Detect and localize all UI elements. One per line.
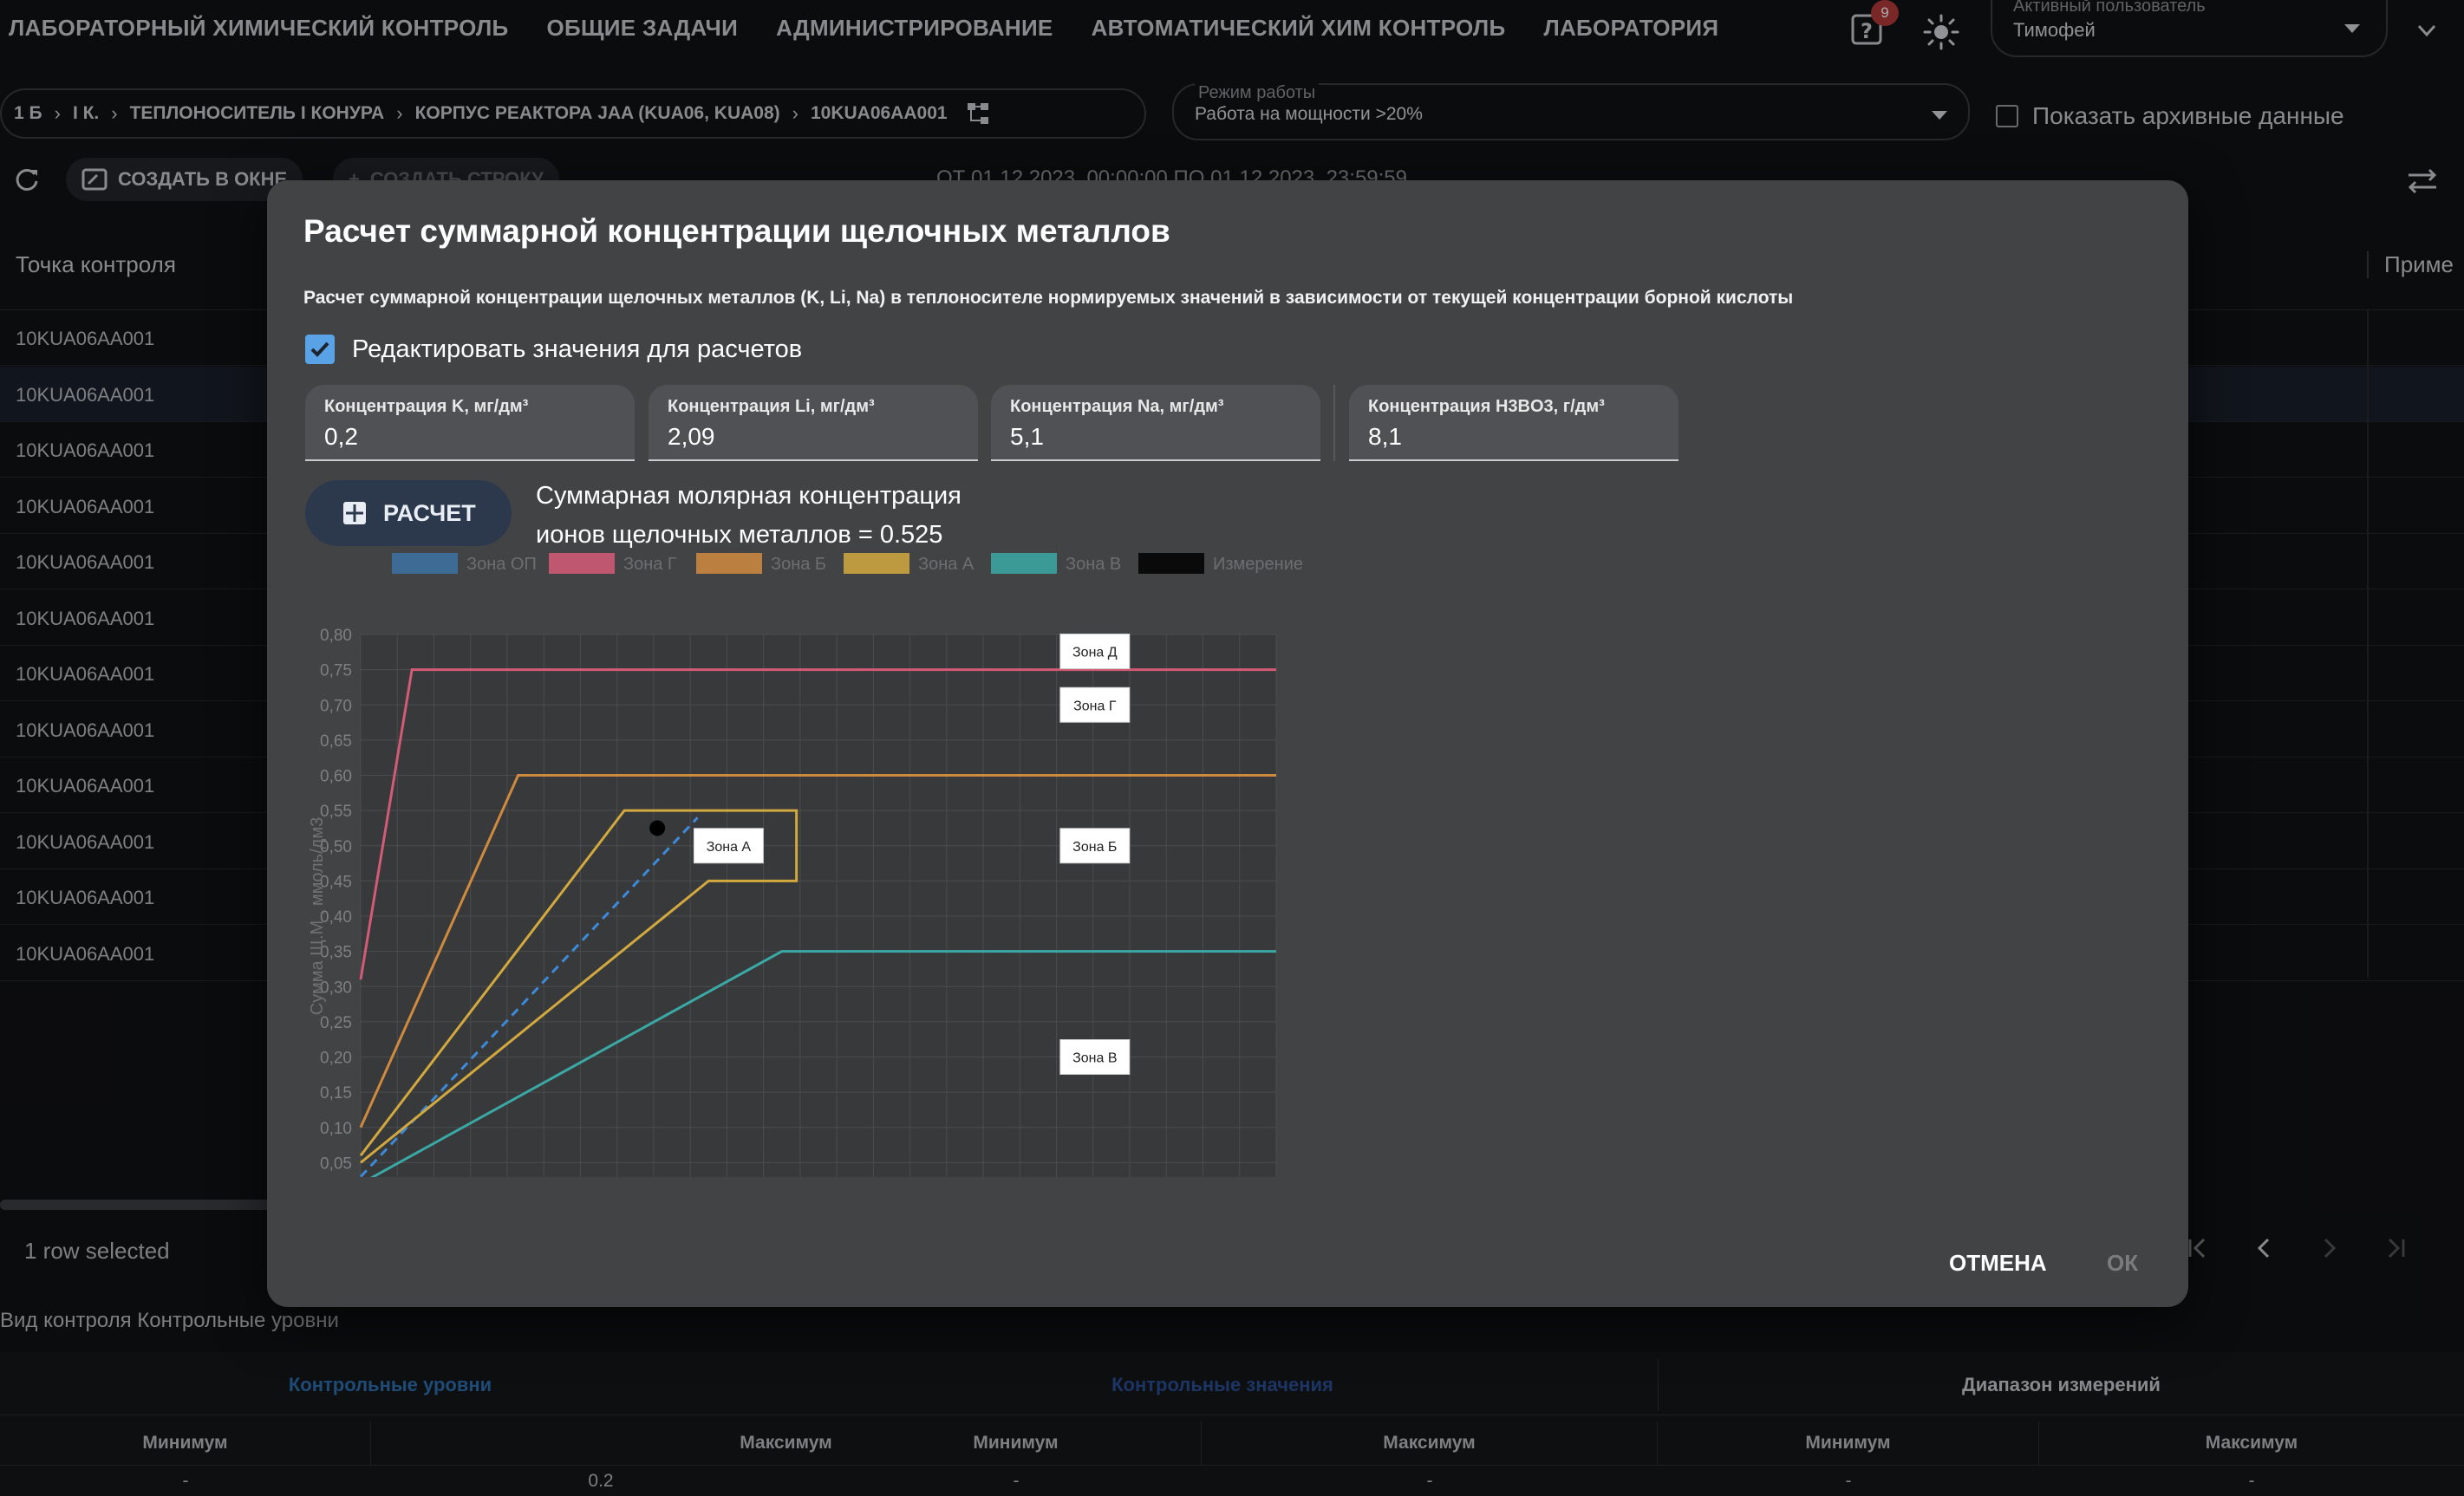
na-concentration-label: Концентрация Na, мг/дм³: [1010, 397, 1224, 416]
k-concentration-label: Концентрация K, мг/дм³: [324, 397, 529, 416]
k-concentration-value[interactable]: 0,2: [324, 423, 358, 451]
calculator-icon: [343, 502, 366, 524]
legend-swatch: [991, 553, 1057, 574]
h3bo3-concentration-value[interactable]: 8,1: [1368, 423, 1402, 451]
legend-swatch: [1138, 553, 1204, 574]
legend-label: Зона В: [1066, 555, 1121, 574]
zone-label: Зона А: [707, 840, 752, 855]
zone-label: Зона Б: [1072, 840, 1117, 855]
legend-label: Измерение: [1213, 555, 1303, 574]
zone-label: Зона Г: [1073, 699, 1117, 713]
y-axis-label: Сумма Щ.М., ммоль/дм3: [308, 817, 327, 1015]
check-icon: [310, 341, 329, 357]
na-concentration-value[interactable]: 5,1: [1010, 423, 1044, 451]
dialog-title: Расчет суммарной концентрации щелочных м…: [303, 213, 1170, 249]
cancel-button[interactable]: ОТМЕНА: [1949, 1250, 2047, 1277]
y-tick-label: 0,10: [320, 1120, 352, 1138]
h3bo3-concentration-field[interactable]: Концентрация H3BO3, г/дм³ 8,1: [1349, 385, 1679, 461]
dialog-description: Расчет суммарной концентрации щелочных м…: [303, 288, 1794, 308]
legend-label: Зона А: [918, 555, 975, 574]
calculation-result: Суммарная молярная концентрация ионов ще…: [536, 477, 961, 555]
measurement-point: [649, 820, 666, 836]
y-tick-label: 0,20: [320, 1050, 352, 1068]
plot-area: [361, 634, 1276, 1177]
h3bo3-concentration-label: Концентрация H3BO3, г/дм³: [1368, 397, 1605, 416]
y-tick-label: 0,15: [320, 1084, 352, 1102]
result-line-2: ионов щелочных металлов = 0.525: [536, 521, 943, 549]
li-concentration-field[interactable]: Концентрация Li, мг/дм³ 2,09: [649, 385, 978, 461]
y-tick-label: 0,75: [320, 662, 352, 680]
ok-button[interactable]: ОК: [2107, 1250, 2138, 1277]
field-divider: [1333, 385, 1335, 461]
alkali-zone-chart: 0123456789101112131415161718192021222324…: [308, 553, 1303, 1177]
edit-values-toggle[interactable]: Редактировать значения для расчетов: [305, 335, 802, 364]
legend-label: Зона Г: [623, 555, 677, 574]
legend-label: Зона ОП: [466, 555, 537, 574]
edit-values-checkbox[interactable]: [305, 335, 335, 364]
legend-swatch: [549, 553, 615, 574]
zone-label: Зона В: [1072, 1051, 1117, 1066]
legend-swatch: [844, 553, 909, 574]
y-tick-label: 0,60: [320, 768, 352, 786]
k-concentration-field[interactable]: Концентрация K, мг/дм³ 0,2: [305, 385, 635, 461]
legend-label: Зона Б: [771, 555, 826, 574]
y-tick-label: 0,05: [320, 1155, 352, 1173]
calculate-label: РАСЧЕТ: [383, 499, 476, 526]
result-line-1: Суммарная молярная концентрация: [536, 482, 961, 510]
na-concentration-field[interactable]: Концентрация Na, мг/дм³ 5,1: [991, 385, 1320, 461]
legend-swatch: [392, 553, 458, 574]
calculate-button[interactable]: РАСЧЕТ: [305, 480, 512, 546]
y-tick-label: 0,70: [320, 697, 352, 715]
zone-label: Зона Д: [1072, 646, 1118, 660]
y-tick-label: 0,25: [320, 1014, 352, 1032]
y-tick-label: 0,80: [320, 627, 352, 645]
li-concentration-label: Концентрация Li, мг/дм³: [668, 397, 875, 416]
y-tick-label: 0,65: [320, 732, 352, 751]
alkali-metals-dialog: Расчет суммарной концентрации щелочных м…: [267, 180, 2188, 1307]
li-concentration-value[interactable]: 2,09: [668, 423, 715, 451]
edit-values-label: Редактировать значения для расчетов: [352, 335, 803, 363]
legend-swatch: [696, 553, 762, 574]
